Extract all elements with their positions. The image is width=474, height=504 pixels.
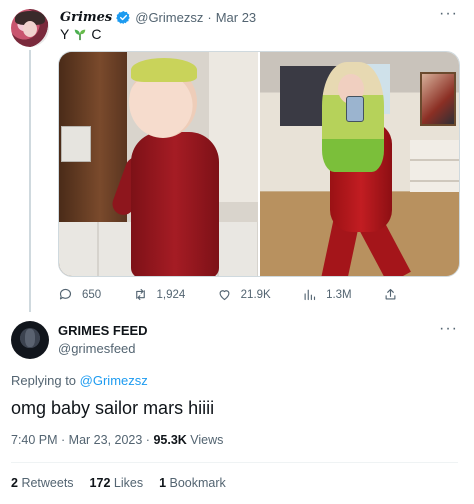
baby-red-outfit bbox=[131, 132, 219, 276]
tweet-meta: 7:40 PM · Mar 23, 2023 · 95.3K Views bbox=[11, 433, 223, 447]
bookmarks-value: 1 bbox=[159, 476, 167, 490]
retweet-icon bbox=[135, 288, 145, 301]
retweet-count: 1,924 bbox=[156, 288, 186, 301]
more-options-icon[interactable]: ··· bbox=[439, 320, 458, 338]
views-count: 1.3M bbox=[326, 288, 352, 301]
likes-value: 172 bbox=[89, 476, 111, 490]
avatar[interactable] bbox=[11, 321, 49, 359]
reply-text: omg baby sailor mars hiiii bbox=[11, 398, 215, 418]
share-button[interactable] bbox=[383, 287, 398, 302]
analytics-icon bbox=[304, 289, 316, 301]
retweets-value: 2 bbox=[11, 476, 18, 490]
separator: · bbox=[207, 10, 212, 25]
tweet-header: Grimes @Grimezsz · Mar 23 bbox=[60, 10, 256, 25]
heart-icon bbox=[219, 290, 230, 301]
views-button[interactable]: 1.3M bbox=[302, 287, 352, 302]
tweet-date[interactable]: Mar 23 bbox=[216, 10, 256, 25]
replying-to: Replying to @Grimezsz bbox=[11, 373, 148, 388]
media-photo-baby[interactable] bbox=[59, 52, 258, 276]
tweet-text: Y C bbox=[60, 26, 101, 42]
tweet-text-end: C bbox=[91, 26, 102, 42]
engagement-stats: 2 Retweets 172 Likes 1 Bookmark bbox=[11, 476, 226, 490]
views-value: 95.3K bbox=[153, 433, 187, 447]
display-name[interactable]: GRIMES FEED bbox=[58, 323, 148, 338]
tweet-actions: 650 1,924 21.9K 1.3M bbox=[58, 287, 398, 302]
thread-connector-line bbox=[29, 50, 31, 312]
retweets-stat[interactable]: 2 Retweets bbox=[11, 476, 74, 490]
reply-icon bbox=[59, 288, 72, 300]
avatar[interactable] bbox=[11, 9, 49, 47]
reply-button[interactable]: 650 bbox=[58, 287, 101, 302]
replying-prefix: Replying to bbox=[11, 373, 77, 388]
phone bbox=[346, 96, 364, 122]
divider bbox=[11, 462, 458, 463]
likes-stat[interactable]: 172 Likes bbox=[90, 476, 144, 490]
handle[interactable]: @grimesfeed bbox=[58, 341, 136, 356]
baby-hair bbox=[131, 58, 197, 82]
sprout-icon bbox=[75, 29, 86, 41]
share-icon bbox=[385, 288, 396, 300]
handle[interactable]: @Grimezsz bbox=[135, 10, 203, 25]
display-name[interactable]: Grimes bbox=[60, 10, 112, 25]
wall-painting bbox=[420, 72, 456, 126]
like-button[interactable]: 21.9K bbox=[217, 287, 271, 302]
retweets-label: Retweets bbox=[21, 476, 74, 490]
verified-badge-icon bbox=[116, 10, 130, 25]
retweet-button[interactable]: 1,924 bbox=[133, 287, 186, 302]
tweet-timestamp[interactable]: 7:40 PM · Mar 23, 2023 · bbox=[11, 433, 150, 447]
replying-to-link[interactable]: @Grimezsz bbox=[80, 373, 148, 388]
reply-count: 650 bbox=[82, 288, 102, 301]
tweet-media-grid[interactable] bbox=[58, 51, 460, 277]
more-options-icon[interactable]: ··· bbox=[439, 5, 458, 23]
wall-vent bbox=[61, 126, 91, 162]
bookmarks-stat[interactable]: 1 Bookmark bbox=[159, 476, 226, 490]
avatar-face bbox=[23, 21, 37, 37]
likes-label: Likes bbox=[113, 476, 144, 490]
media-photo-mirror-selfie[interactable] bbox=[260, 52, 459, 276]
tweet-text-start: Y bbox=[60, 26, 70, 42]
like-count: 21.9K bbox=[240, 288, 271, 301]
views-label: Views bbox=[190, 433, 224, 447]
bookmarks-label: Bookmark bbox=[169, 476, 226, 490]
